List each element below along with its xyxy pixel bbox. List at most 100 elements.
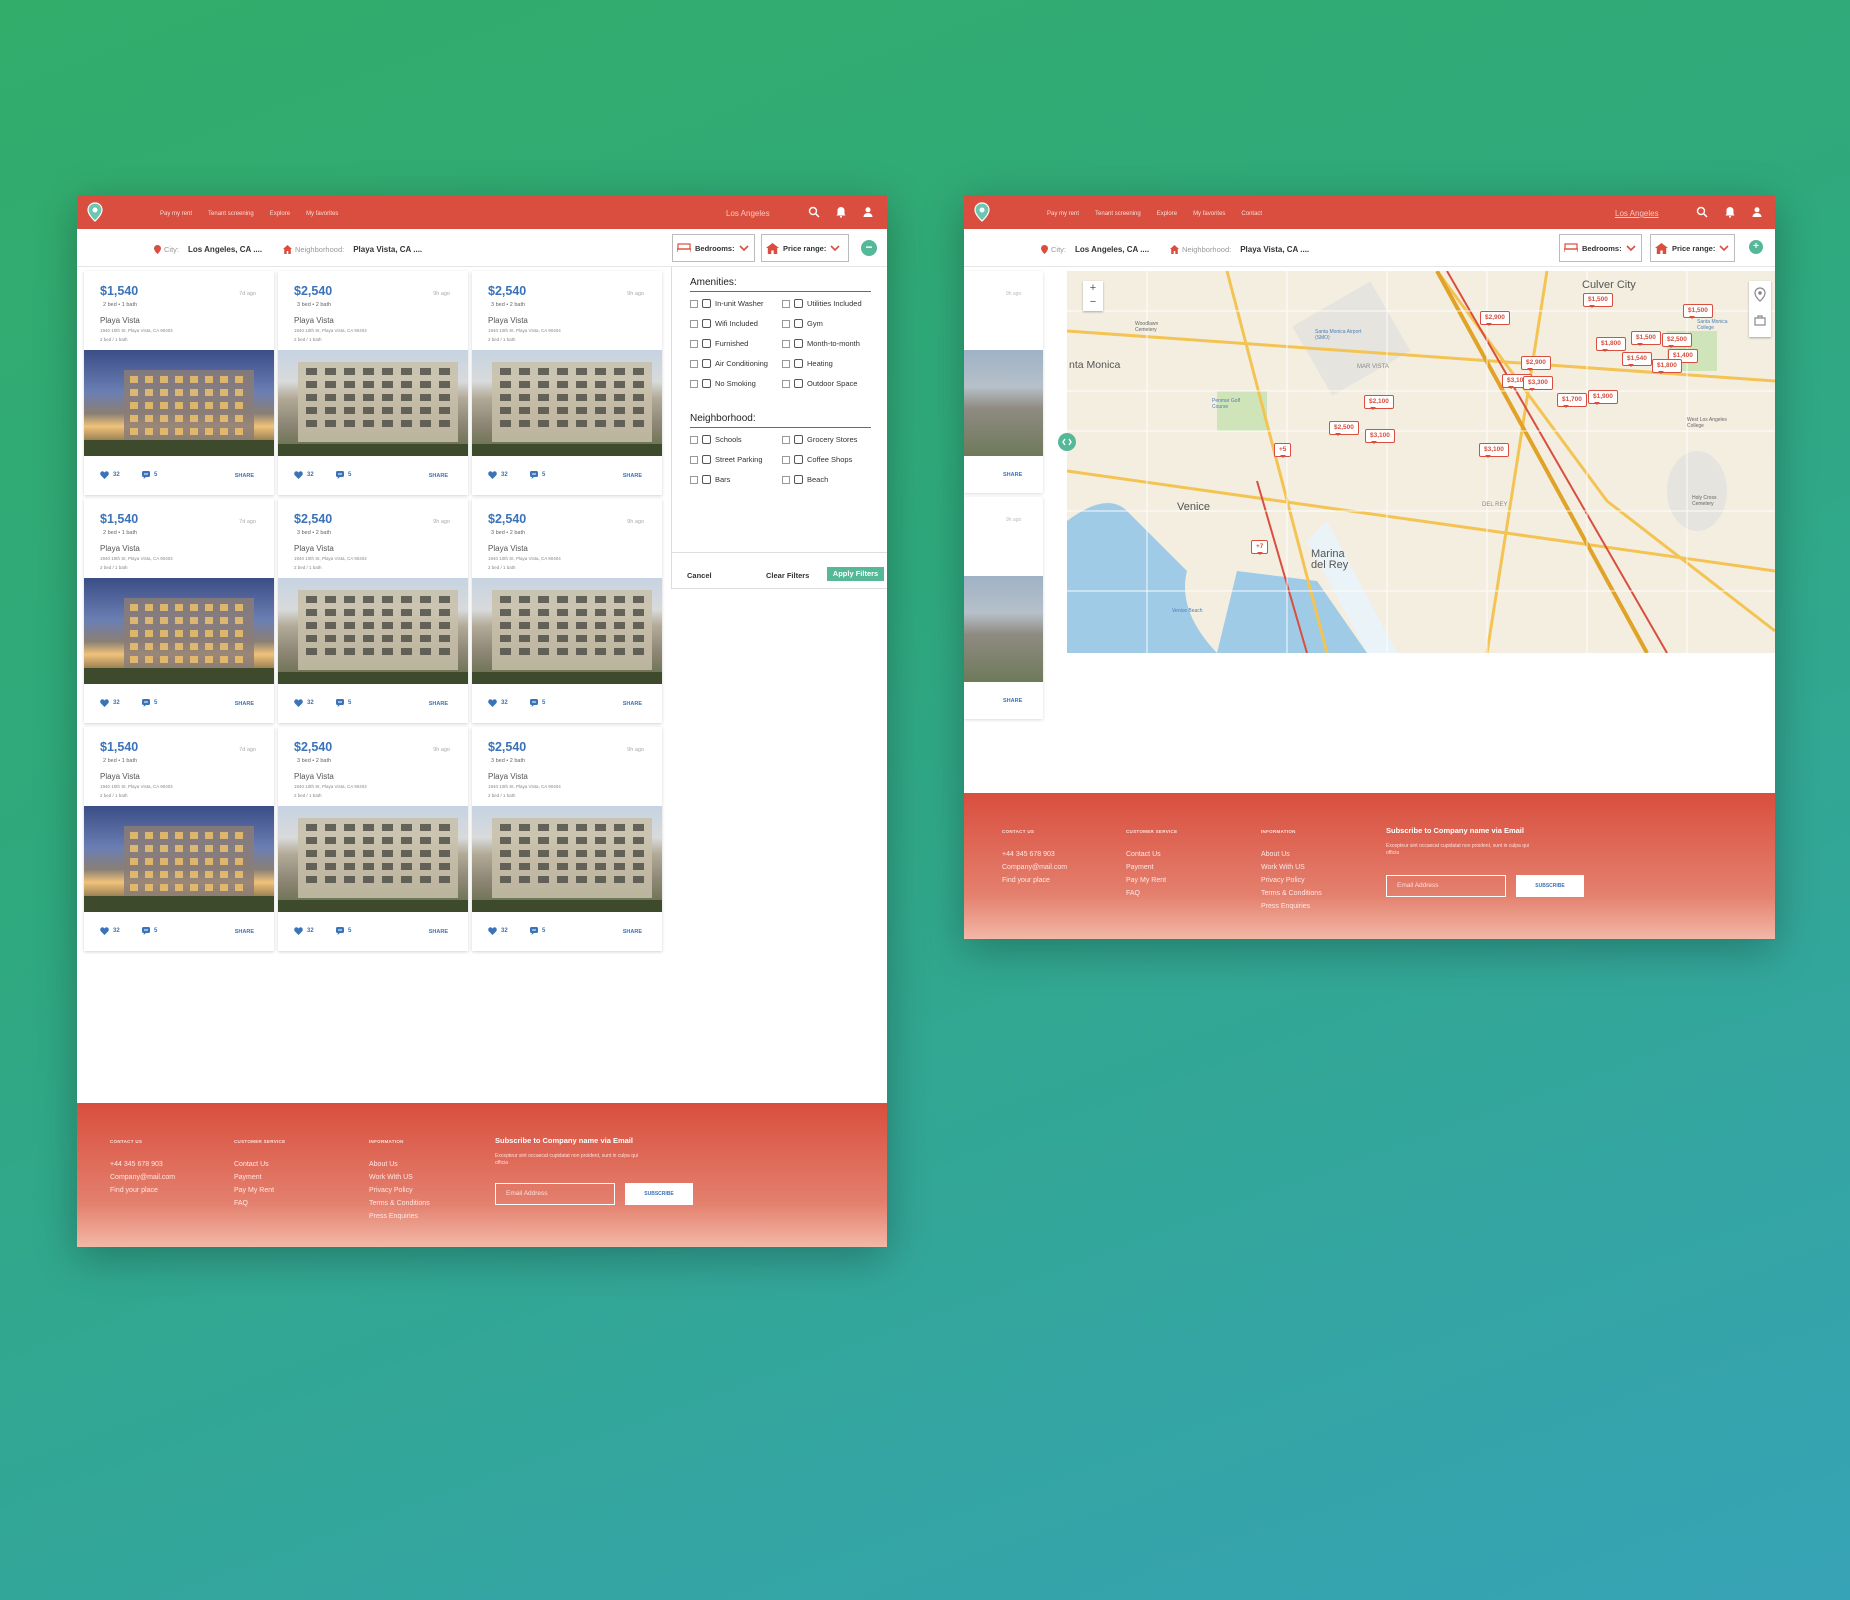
price-pin[interactable]: $2,500 <box>1329 421 1359 436</box>
user-icon[interactable] <box>1751 206 1763 218</box>
price-range-select[interactable]: Price range: <box>761 234 849 262</box>
listing-card[interactable]: $1,540 7d ago 2 bed • 1 bath Playa Vista… <box>84 499 274 723</box>
footer-link[interactable]: Terms & Conditions <box>369 1197 430 1210</box>
checkbox-no-smoking[interactable]: No Smoking <box>690 379 756 388</box>
listing-name[interactable]: Playa Vista <box>488 316 528 325</box>
listing-name[interactable]: Playa Vista <box>488 544 528 553</box>
price-pin[interactable]: $1,500 <box>1631 331 1661 346</box>
footer-link[interactable]: Terms & Conditions <box>1261 887 1322 900</box>
comment-button[interactable]: 5 <box>142 699 157 707</box>
apply-filters-button[interactable]: Apply Filters <box>827 567 884 581</box>
footer-link[interactable]: Company@mail.com <box>110 1171 175 1184</box>
listing-photo[interactable] <box>472 350 662 456</box>
collapse-filters-button[interactable]: − <box>861 240 877 256</box>
comment-button[interactable]: 5 <box>530 471 545 479</box>
listing-card[interactable]: $2,540 9h ago 3 bed • 2 bath Playa Vista… <box>472 271 662 495</box>
listing-name[interactable]: Playa Vista <box>294 544 334 553</box>
comment-button[interactable]: 5 <box>336 927 351 935</box>
checkbox[interactable] <box>690 435 698 444</box>
checkbox[interactable] <box>782 435 790 444</box>
listing-card[interactable]: $2,540 9h ago 3 bed • 2 bath Playa Vista… <box>472 727 662 951</box>
footer-link[interactable]: +44 345 678 903 <box>1002 848 1067 861</box>
checkbox-beach[interactable]: Beach <box>782 475 828 484</box>
checkbox[interactable] <box>782 319 790 328</box>
nav-pay-rent[interactable]: Pay my rent <box>1047 211 1079 217</box>
nav-city-search[interactable]: Los Angeles <box>1615 209 1659 218</box>
search-icon[interactable] <box>1696 206 1708 218</box>
city-filter[interactable]: City: Los Angeles, CA .... <box>1041 245 1149 254</box>
checkbox-heating[interactable]: Heating <box>782 359 833 368</box>
bedrooms-select[interactable]: Bedrooms: <box>672 234 755 262</box>
like-button[interactable]: 32 <box>294 471 314 479</box>
listing-photo[interactable] <box>84 578 274 684</box>
price-pin[interactable]: $2,100 <box>1364 395 1394 410</box>
clear-filters-button[interactable]: Clear Filters <box>766 571 809 580</box>
footer-link[interactable]: Find your place <box>1002 874 1067 887</box>
checkbox[interactable] <box>690 339 698 348</box>
logo-pin-icon[interactable] <box>973 202 991 222</box>
checkbox[interactable] <box>690 379 698 388</box>
checkbox-bars[interactable]: Bars <box>690 475 730 484</box>
share-button[interactable]: SHARE <box>623 473 642 479</box>
like-button[interactable]: 32 <box>294 927 314 935</box>
map-pin-tool-icon[interactable] <box>1754 287 1766 302</box>
checkbox-wifi-included[interactable]: Wifi Included <box>690 319 758 328</box>
footer-link[interactable]: Contact Us <box>1126 848 1177 861</box>
collapsed-listing-card[interactable]: 9h ago SHARE <box>964 271 1043 493</box>
comment-button[interactable]: 5 <box>142 471 157 479</box>
user-icon[interactable] <box>862 206 874 218</box>
price-pin[interactable]: +7 <box>1251 540 1269 555</box>
like-button[interactable]: 32 <box>100 471 120 479</box>
checkbox-outdoor-space[interactable]: Outdoor Space <box>782 379 857 388</box>
checkbox[interactable] <box>782 299 790 308</box>
cancel-button[interactable]: Cancel <box>687 571 712 580</box>
footer-link[interactable]: Pay My Rent <box>234 1184 285 1197</box>
footer-link[interactable]: FAQ <box>234 1197 285 1210</box>
briefcase-icon[interactable] <box>1754 315 1766 326</box>
expand-filters-button[interactable]: + <box>1749 240 1763 254</box>
footer-link[interactable]: Company@mail.com <box>1002 861 1067 874</box>
checkbox[interactable] <box>690 475 698 484</box>
neighborhood-filter[interactable]: Neighborhood: Playa Vista, CA .... <box>1170 245 1309 254</box>
listing-photo[interactable] <box>278 806 468 912</box>
listing-name[interactable]: Playa Vista <box>100 772 140 781</box>
bell-icon[interactable] <box>1724 206 1736 218</box>
checkbox[interactable] <box>690 359 698 368</box>
collapsed-listing-card[interactable]: 9h ago SHARE <box>964 497 1043 719</box>
comment-button[interactable]: 5 <box>530 927 545 935</box>
like-button[interactable]: 32 <box>488 471 508 479</box>
checkbox[interactable] <box>782 475 790 484</box>
like-button[interactable]: 32 <box>488 927 508 935</box>
nav-contact[interactable]: Contact <box>1241 211 1262 217</box>
checkbox[interactable] <box>782 455 790 464</box>
footer-link[interactable]: Payment <box>234 1171 285 1184</box>
footer-link[interactable]: Pay My Rent <box>1126 874 1177 887</box>
logo-pin-icon[interactable] <box>86 202 104 222</box>
neighborhood-filter[interactable]: Neighborhood: Playa Vista, CA .... <box>283 245 422 254</box>
price-pin[interactable]: $1,700 <box>1557 393 1587 408</box>
checkbox-gym[interactable]: Gym <box>782 319 823 328</box>
listing-card[interactable]: $2,540 9h ago 3 bed • 2 bath Playa Vista… <box>472 499 662 723</box>
share-button[interactable]: SHARE <box>429 701 448 707</box>
share-button[interactable]: SHARE <box>235 929 254 935</box>
nav-explore[interactable]: Explore <box>1157 211 1177 217</box>
share-button[interactable]: SHARE <box>1003 472 1022 478</box>
share-button[interactable]: SHARE <box>623 701 642 707</box>
listing-photo[interactable] <box>278 578 468 684</box>
checkbox-utilities-included[interactable]: Utilities Included <box>782 299 862 308</box>
checkbox-coffee-shops[interactable]: Coffee Shops <box>782 455 852 464</box>
comment-button[interactable]: 5 <box>142 927 157 935</box>
checkbox[interactable] <box>690 455 698 464</box>
listing-photo[interactable] <box>472 806 662 912</box>
listing-name[interactable]: Playa Vista <box>100 316 140 325</box>
listing-photo[interactable] <box>278 350 468 456</box>
city-filter[interactable]: City: Los Angeles, CA .... <box>154 245 262 254</box>
comment-button[interactable]: 5 <box>336 471 351 479</box>
listing-card[interactable]: $2,540 9h ago 3 bed • 2 bath Playa Vista… <box>278 727 468 951</box>
price-range-select[interactable]: Price range: <box>1650 234 1735 262</box>
price-pin[interactable]: $1,800 <box>1596 337 1626 352</box>
email-input[interactable]: Email Address <box>495 1183 615 1205</box>
bell-icon[interactable] <box>835 206 847 218</box>
listing-name[interactable]: Playa Vista <box>294 316 334 325</box>
checkbox-month-to-month[interactable]: Month-to-month <box>782 339 860 348</box>
